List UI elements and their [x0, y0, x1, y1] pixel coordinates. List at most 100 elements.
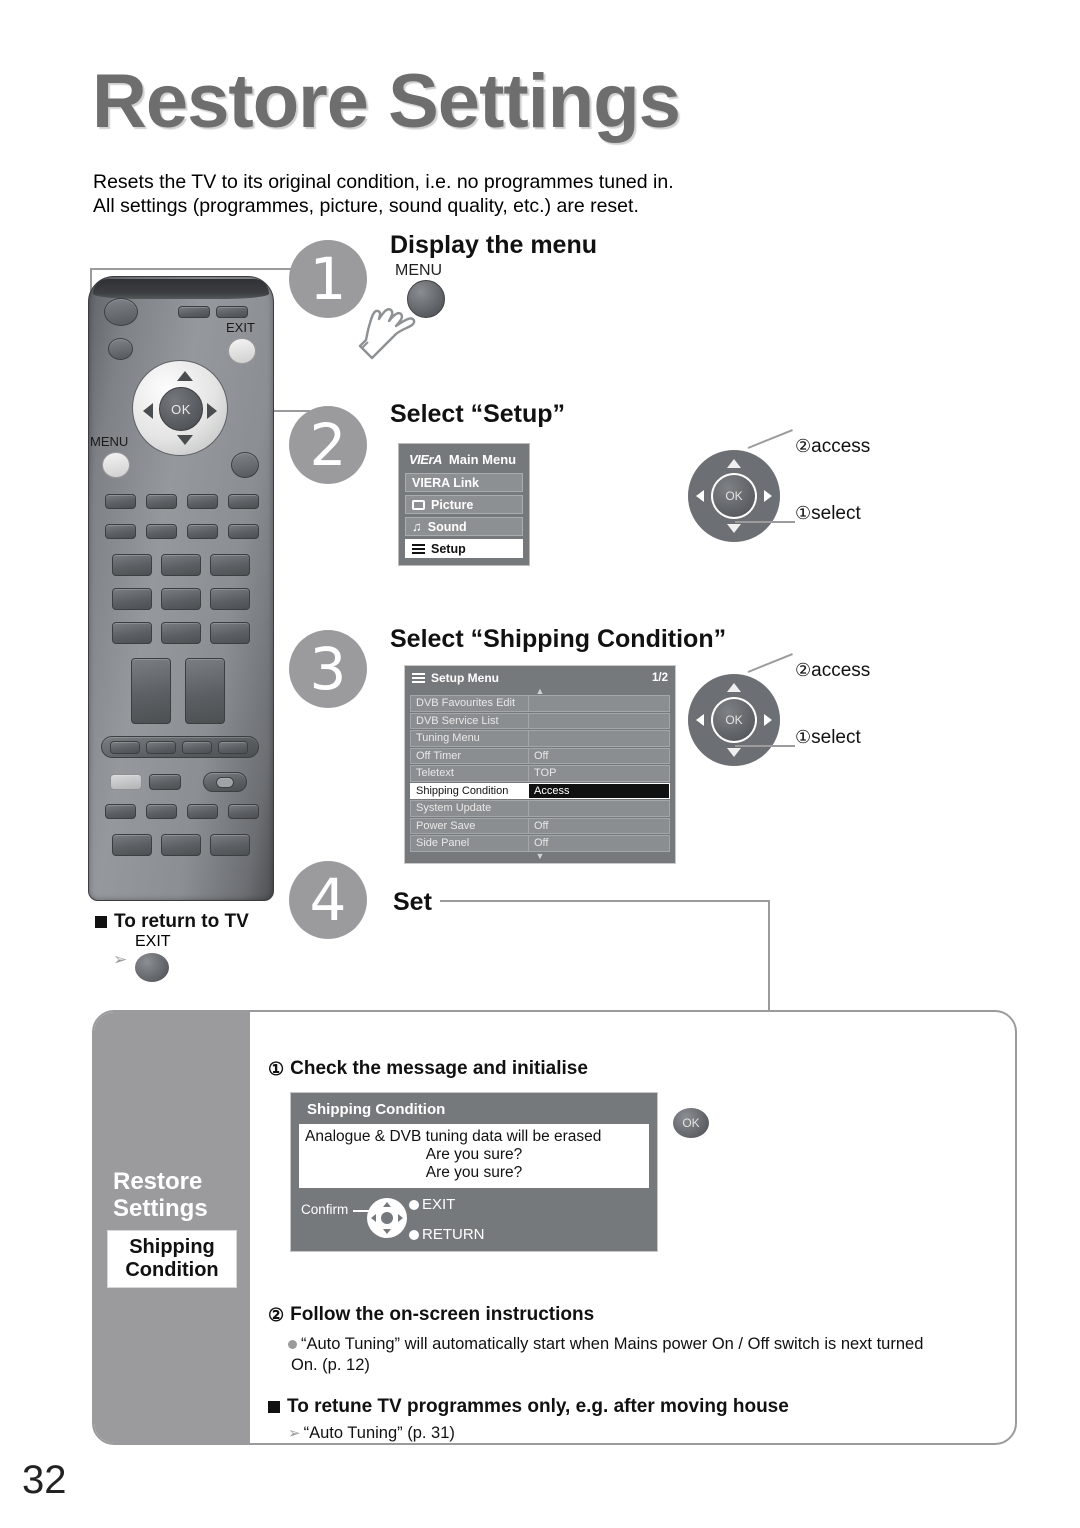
- remote-key-r2c2[interactable]: [146, 524, 177, 539]
- dialog-nav-ring-icon[interactable]: [367, 1198, 407, 1238]
- nav-ring-step2[interactable]: OK: [688, 450, 780, 542]
- remote-key-r1c4[interactable]: [228, 494, 259, 509]
- remote-numpad-r3c1[interactable]: [112, 622, 152, 644]
- remote-key-r4c2[interactable]: [146, 804, 177, 819]
- remote-rocker-right[interactable]: [185, 658, 225, 724]
- remote-function-button-2[interactable]: [149, 774, 181, 790]
- setup-row-teletext[interactable]: Teletext TOP: [410, 765, 670, 782]
- main-menu-item-picture[interactable]: Picture: [405, 495, 523, 514]
- remote-numpad-r3c3[interactable]: [210, 622, 250, 644]
- setup-row-value: [528, 695, 670, 712]
- setup-menu-page-indicator: 1/2: [652, 672, 668, 684]
- intro-text: Resets the TV to its original condition,…: [93, 170, 674, 218]
- setup-row-shipping-condition[interactable]: Shipping Condition Access: [410, 782, 670, 799]
- remote-top-button-2[interactable]: [216, 306, 248, 318]
- nav-ok-button[interactable]: OK: [713, 699, 755, 741]
- main-menu-item-setup[interactable]: Setup: [405, 539, 523, 558]
- nav-select-caption-step2: ①select: [795, 503, 861, 525]
- return-to-tv-arrow-icon: ➢: [113, 950, 128, 969]
- setup-row-label: Teletext: [410, 765, 528, 782]
- remote-numpad-r2c1[interactable]: [112, 588, 152, 610]
- remote-menu-label: MENU: [90, 434, 129, 449]
- setup-row-dvb-service-list[interactable]: DVB Service List: [410, 712, 670, 729]
- nav-select-leader-step3: [735, 745, 795, 747]
- bottom-item-1-label: Check the message and initialise: [290, 1058, 588, 1079]
- nav-ring-step3[interactable]: OK: [688, 674, 780, 766]
- circled-2-icon: ②: [795, 660, 812, 680]
- remote-numpad-r1c2[interactable]: [161, 554, 201, 576]
- remote-key-r1c3[interactable]: [187, 494, 218, 509]
- remote-menu-button[interactable]: [102, 452, 130, 478]
- setup-row-label: System Update: [410, 800, 528, 817]
- remote-ok-button[interactable]: OK: [159, 387, 203, 431]
- setup-row-power-save[interactable]: Power Save Off: [410, 817, 670, 834]
- dpad-right-icon[interactable]: [207, 403, 217, 419]
- remote-rocker-left[interactable]: [131, 658, 171, 724]
- nav-select-leader-step2: [735, 521, 795, 523]
- setup-row-off-timer[interactable]: Off Timer Off: [410, 747, 670, 764]
- remote-colour-button-2[interactable]: [146, 741, 176, 754]
- return-to-tv-exit-button[interactable]: [135, 953, 169, 982]
- remote-key-r1c2[interactable]: [146, 494, 177, 509]
- setup-row-label: Off Timer: [410, 747, 528, 764]
- main-menu-title: Main Menu: [448, 452, 517, 467]
- remote-key-r4c1[interactable]: [105, 804, 136, 819]
- remote-numpad-r2c2[interactable]: [161, 588, 201, 610]
- bottom-item-2-body: “Auto Tuning” will automatically start w…: [288, 1334, 1008, 1376]
- remote-numpad-r1c3[interactable]: [210, 554, 250, 576]
- scroll-down-icon[interactable]: ▼: [410, 851, 670, 860]
- remote-numpad-r3c2[interactable]: [161, 622, 201, 644]
- dpad-down-icon[interactable]: [177, 435, 193, 445]
- shipping-condition-dialog: Shipping Condition Analogue & DVB tuning…: [290, 1092, 658, 1252]
- remote-dpad[interactable]: OK: [132, 360, 228, 456]
- remote-colour-button-3[interactable]: [182, 741, 212, 754]
- remote-key-r2c3[interactable]: [187, 524, 218, 539]
- dialog-exit-option[interactable]: EXIT: [409, 1196, 455, 1213]
- remote-key-r4c4[interactable]: [228, 804, 259, 819]
- nav-access-leader-step2: [747, 429, 793, 449]
- setup-row-dvb-favourites-edit[interactable]: DVB Favourites Edit: [410, 695, 670, 712]
- setup-menu-osd: Setup Menu 1/2 ▲ DVB Favourites Edit DVB…: [404, 665, 676, 864]
- side-title-line-2: Settings: [113, 1194, 208, 1222]
- remote-colour-button-4[interactable]: [218, 741, 248, 754]
- step-1-heading: Display the menu: [390, 231, 597, 259]
- remote-exit-button[interactable]: [228, 338, 256, 364]
- dialog-ok-button[interactable]: OK: [673, 1108, 709, 1138]
- remote-key-r5c1[interactable]: [112, 834, 152, 856]
- return-to-tv-exit-label: EXIT: [135, 933, 171, 950]
- remote-return-button[interactable]: [231, 452, 259, 478]
- step-4-heading: Set: [393, 888, 432, 916]
- remote-numpad-r1c1[interactable]: [112, 554, 152, 576]
- main-menu-item-viera-link[interactable]: VIERA Link: [405, 473, 523, 492]
- return-to-tv-label: To return to TV: [114, 911, 249, 932]
- nav-ok-button[interactable]: OK: [713, 475, 755, 517]
- scroll-up-icon[interactable]: ▲: [410, 687, 670, 696]
- remote-small-button-left[interactable]: [108, 338, 133, 360]
- nav-access-label: access: [811, 436, 871, 457]
- main-menu-item-sound[interactable]: ♫ Sound: [405, 517, 523, 536]
- remote-key-r4c3[interactable]: [187, 804, 218, 819]
- remote-key-r2c1[interactable]: [105, 524, 136, 539]
- nav-left-icon: [371, 1214, 376, 1222]
- nav-down-icon: [727, 748, 741, 757]
- dpad-left-icon[interactable]: [143, 403, 153, 419]
- remote-function-button-1[interactable]: [110, 774, 142, 790]
- nav-select-label: select: [811, 727, 861, 748]
- nav-select-label: select: [811, 503, 861, 524]
- dpad-up-icon[interactable]: [177, 371, 193, 381]
- remote-key-r1c1[interactable]: [105, 494, 136, 509]
- dialog-return-option[interactable]: RETURN: [409, 1226, 485, 1243]
- setup-menu-title: Setup Menu: [431, 671, 499, 685]
- remote-key-r5c2[interactable]: [161, 834, 201, 856]
- setup-row-side-panel[interactable]: Side Panel Off: [410, 835, 670, 852]
- remote-key-r5c3[interactable]: [210, 834, 250, 856]
- remote-colour-button-1[interactable]: [110, 741, 140, 754]
- remote-power-button[interactable]: [104, 298, 138, 326]
- setup-row-tuning-menu[interactable]: Tuning Menu: [410, 730, 670, 747]
- remote-numpad-r2c3[interactable]: [210, 588, 250, 610]
- setup-row-system-update[interactable]: System Update: [410, 800, 670, 817]
- remote-key-r2c4[interactable]: [228, 524, 259, 539]
- dialog-confirm-label: Confirm: [301, 1202, 349, 1217]
- remote-top-button-1[interactable]: [178, 306, 210, 318]
- step-2-heading: Select “Setup”: [390, 400, 566, 428]
